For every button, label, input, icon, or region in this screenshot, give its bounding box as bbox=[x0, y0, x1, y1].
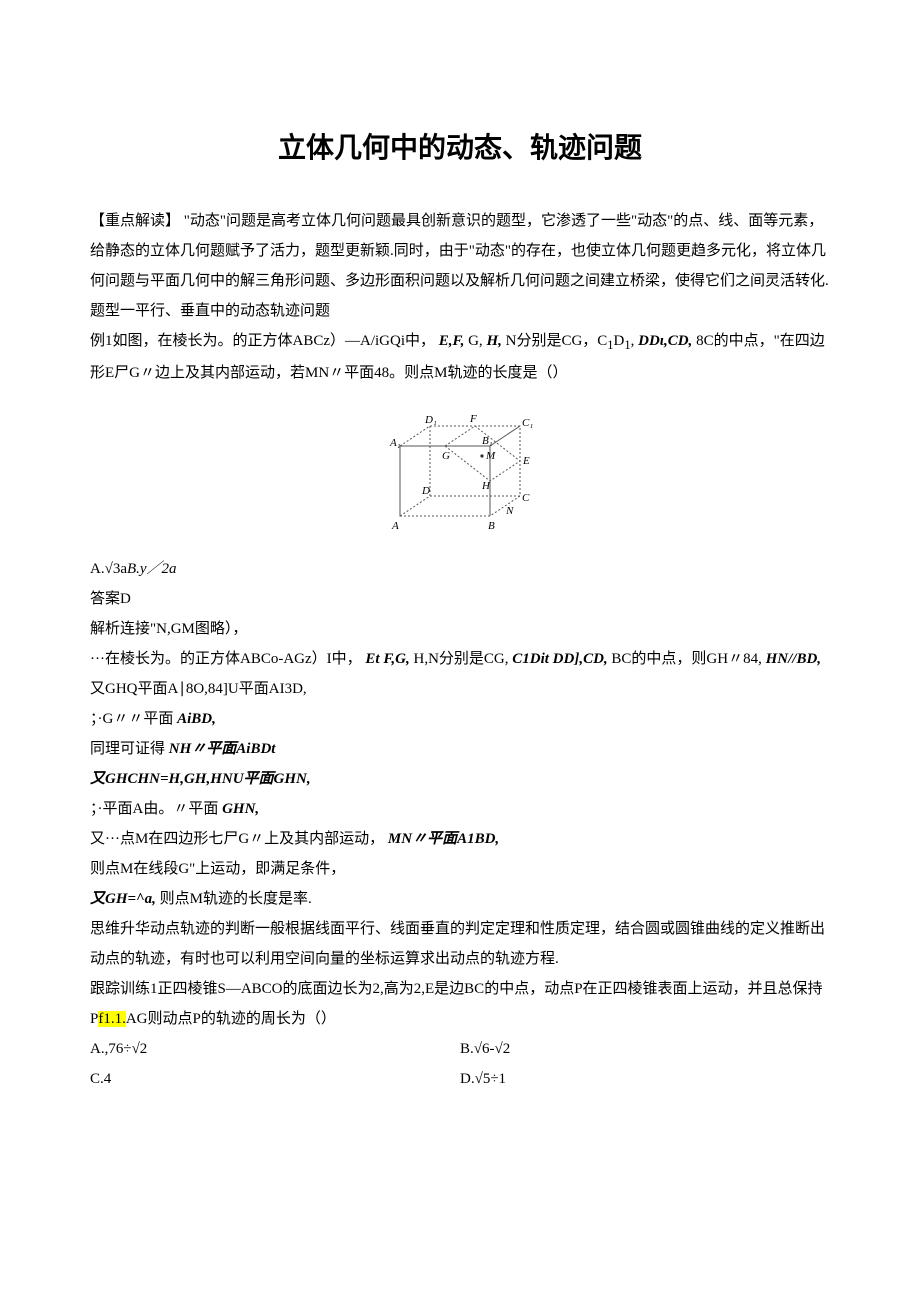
sol2-c: BC的中点，则GH〃84, bbox=[611, 651, 761, 667]
ex1-text-e: , bbox=[631, 333, 635, 349]
sol10-italic: 又GH=^a, bbox=[90, 891, 156, 907]
ex1-italic-3: DDι,CD, bbox=[638, 333, 692, 349]
sol8-a: 又···点M在四边形七尸G〃上及其内部运动， bbox=[90, 831, 384, 847]
sol5-a: 同理可证得 bbox=[90, 741, 165, 757]
svg-text:C₁: C₁ bbox=[522, 417, 533, 429]
cube-diagram: A B C D A₁ B₁ C₁ D₁ E F G H M N bbox=[370, 396, 550, 546]
track-practice-1: 跟踪训练1正四棱锥S—ABCO的底面边长为2,高为2,E是边BC的中点，动点P在… bbox=[90, 974, 830, 1034]
sol2-a: ···在棱长为。的正方体ABCo-AGz）I中， bbox=[90, 651, 362, 667]
ex1-text-a: 例1如图，在棱长为。的正方体ABCz）—A/iGQi中， bbox=[90, 333, 435, 349]
answer-1: 答案D bbox=[90, 584, 830, 614]
ex1-text-c: N分别是CG，C bbox=[506, 333, 608, 349]
track1-highlight: f1.1. bbox=[98, 1011, 126, 1027]
svg-text:N: N bbox=[505, 505, 514, 517]
option-a: A.√3a bbox=[90, 561, 127, 577]
summary-paragraph: 思维升华动点轨迹的判断一般根据线面平行、线面垂直的判定定理和性质定理，结合圆或圆… bbox=[90, 914, 830, 974]
sol2-italic-2: C1Dit DD],CD, bbox=[512, 651, 607, 667]
ex1-italic-1: E,F, bbox=[439, 333, 465, 349]
track-option-d: D.√5÷1 bbox=[460, 1064, 830, 1094]
solution-line-2: ···在棱长为。的正方体ABCo-AGz）I中， Et F,G, H,N分别是C… bbox=[90, 644, 830, 674]
svg-text:A₁: A₁ bbox=[389, 437, 401, 449]
document-page: 立体几何中的动态、轨迹问题 【重点解读】 "动态"问题是高考立体几何问题最具创新… bbox=[0, 0, 920, 1301]
section-heading-1: 题型一平行、垂直中的动态轨迹问题 bbox=[90, 296, 830, 326]
svg-text:F: F bbox=[469, 413, 477, 425]
option-b-italic: B.y／2a bbox=[127, 561, 177, 577]
sol2-italic-1: Et F,G, bbox=[365, 651, 409, 667]
svg-text:H: H bbox=[481, 480, 491, 492]
ex1-italic-2: H, bbox=[486, 333, 501, 349]
svg-text:B: B bbox=[488, 520, 495, 532]
svg-text:A: A bbox=[391, 520, 399, 532]
svg-text:G: G bbox=[442, 450, 450, 462]
sol8-italic: MN〃平面A1BD, bbox=[388, 831, 499, 847]
solution-line-8: 又···点M在四边形七尸G〃上及其内部运动， MN〃平面A1BD, bbox=[90, 824, 830, 854]
solution-line-3: 又GHQ平面A∣8O,84]U平面AI3D, bbox=[90, 674, 830, 704]
page-title: 立体几何中的动态、轨迹问题 bbox=[90, 120, 830, 176]
track-option-b: B.√6-√2 bbox=[460, 1034, 830, 1064]
ex1-text-d: D bbox=[614, 333, 625, 349]
sol4-a: ；·G〃〃平面 bbox=[90, 711, 173, 727]
example-1-options: A.√3aB.y／2a bbox=[90, 554, 830, 584]
sol10-b: 则点M轨迹的长度是率. bbox=[160, 891, 312, 907]
svg-text:M: M bbox=[485, 450, 496, 462]
track-option-a: A.,76÷√2 bbox=[90, 1034, 460, 1064]
track-option-c: C.4 bbox=[90, 1064, 460, 1094]
track1-b: AG则动点P的轨迹的周长为（） bbox=[126, 1011, 336, 1027]
svg-text:B₁: B₁ bbox=[482, 435, 493, 447]
example-1-statement: 例1如图，在棱长为。的正方体ABCz）—A/iGQi中， E,F, G, H, … bbox=[90, 326, 830, 388]
sol7-italic: GHN, bbox=[222, 801, 259, 817]
sol4-italic: AiBD, bbox=[177, 711, 216, 727]
sol2-italic-3: HN//BD, bbox=[766, 651, 821, 667]
ex1-text-b: G, bbox=[468, 333, 483, 349]
sol5-italic: NH〃平面AiBDt bbox=[169, 741, 276, 757]
solution-line-4: ；·G〃〃平面 AiBD, bbox=[90, 704, 830, 734]
svg-text:C: C bbox=[522, 492, 530, 504]
solution-line-10: 又GH=^a, 则点M轨迹的长度是率. bbox=[90, 884, 830, 914]
svg-text:E: E bbox=[522, 455, 530, 467]
intro-paragraph: 【重点解读】 "动态"问题是高考立体几何问题最具创新意识的题型，它渗透了一些"动… bbox=[90, 206, 830, 296]
track-options-row-2: C.4 D.√5÷1 bbox=[90, 1064, 830, 1094]
solution-line-9: 则点M在线段G"上运动，即满足条件， bbox=[90, 854, 830, 884]
track-options-row-1: A.,76÷√2 B.√6-√2 bbox=[90, 1034, 830, 1064]
solution-line-1: 解析连接"N,GM图略）， bbox=[90, 614, 830, 644]
solution-line-7: ；·平面A由。〃平面 GHN, bbox=[90, 794, 830, 824]
sol2-b: H,N分别是CG, bbox=[413, 651, 508, 667]
solution-line-6: 又GHCHN=H,GH,HNU平面GHN, bbox=[90, 764, 830, 794]
sol7-a: ；·平面A由。〃平面 bbox=[90, 801, 218, 817]
svg-text:D₁: D₁ bbox=[424, 414, 437, 426]
svg-text:D: D bbox=[421, 485, 430, 497]
solution-line-5: 同理可证得 NH〃平面AiBDt bbox=[90, 734, 830, 764]
